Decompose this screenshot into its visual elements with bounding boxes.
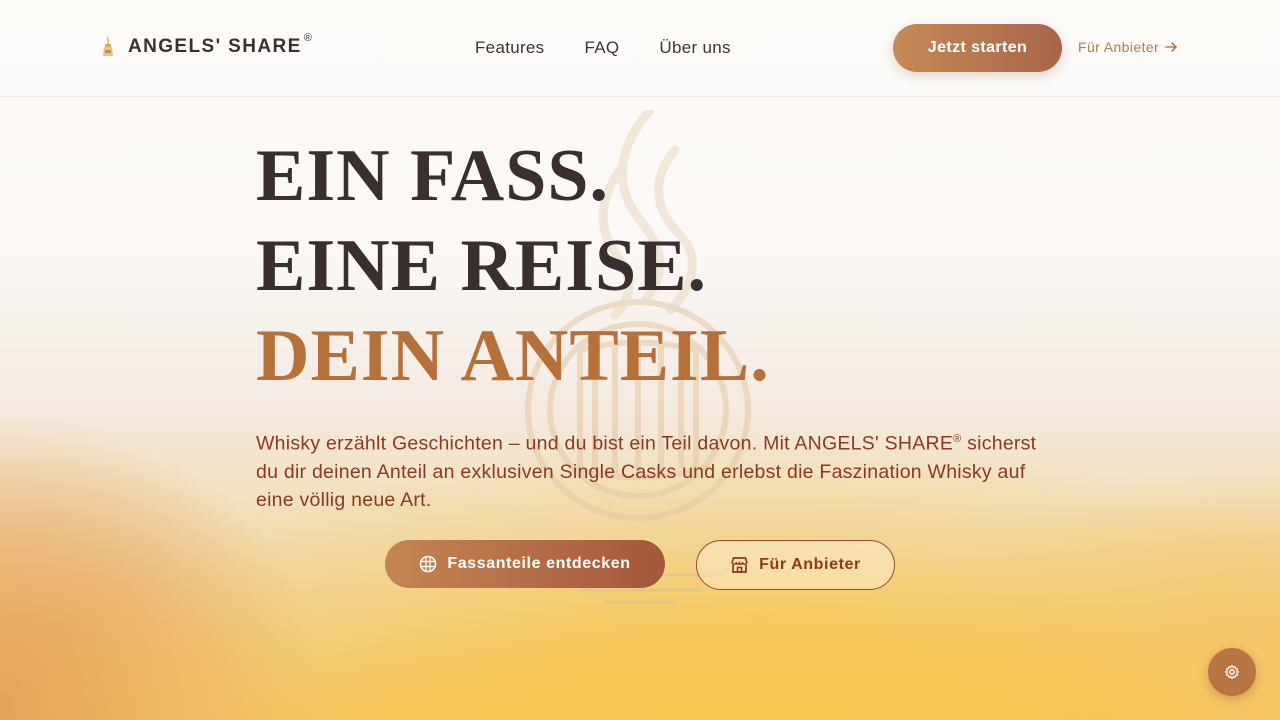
discover-casks-button[interactable]: Fassanteile entdecken bbox=[385, 540, 665, 588]
site-header: ANGELS' SHARE ® Features FAQ Über uns Je… bbox=[0, 0, 1280, 97]
nav-faq[interactable]: FAQ bbox=[585, 38, 620, 58]
angel-bottle-icon bbox=[103, 36, 113, 56]
settings-button[interactable] bbox=[1208, 648, 1256, 696]
get-started-button[interactable]: Jetzt starten bbox=[893, 24, 1062, 72]
nav-features[interactable]: Features bbox=[475, 38, 545, 58]
lead-text-part-1: Whisky erzählt Geschichten – und du bist… bbox=[256, 432, 954, 455]
brand-registered-mark: ® bbox=[303, 32, 312, 44]
nav-about[interactable]: Über uns bbox=[659, 38, 730, 58]
hero-heading-line-2: EINE REISE. bbox=[256, 225, 708, 307]
hero-heading-line-1: EIN FASS. bbox=[256, 135, 610, 217]
gear-icon bbox=[1224, 664, 1240, 680]
provider-button-label: Für Anbieter bbox=[759, 556, 861, 573]
arrow-right-icon bbox=[1165, 42, 1177, 52]
provider-button[interactable]: Für Anbieter bbox=[696, 540, 895, 590]
provider-link-label: Für Anbieter bbox=[1078, 39, 1160, 55]
storefront-icon bbox=[731, 557, 748, 573]
main-nav: Features FAQ Über uns bbox=[475, 38, 731, 58]
barrel-icon bbox=[420, 555, 437, 573]
provider-link[interactable]: Für Anbieter bbox=[1078, 39, 1178, 55]
brand-name: ANGELS' SHARE bbox=[128, 36, 302, 57]
discover-casks-label: Fassanteile entdecken bbox=[447, 555, 631, 572]
hero-lead-text: Whisky erzählt Geschichten – und du bist… bbox=[256, 425, 1046, 514]
brand-logo[interactable]: ANGELS' SHARE ® bbox=[100, 32, 312, 58]
hero-heading-line-3: DEIN ANTEIL. bbox=[256, 315, 770, 397]
